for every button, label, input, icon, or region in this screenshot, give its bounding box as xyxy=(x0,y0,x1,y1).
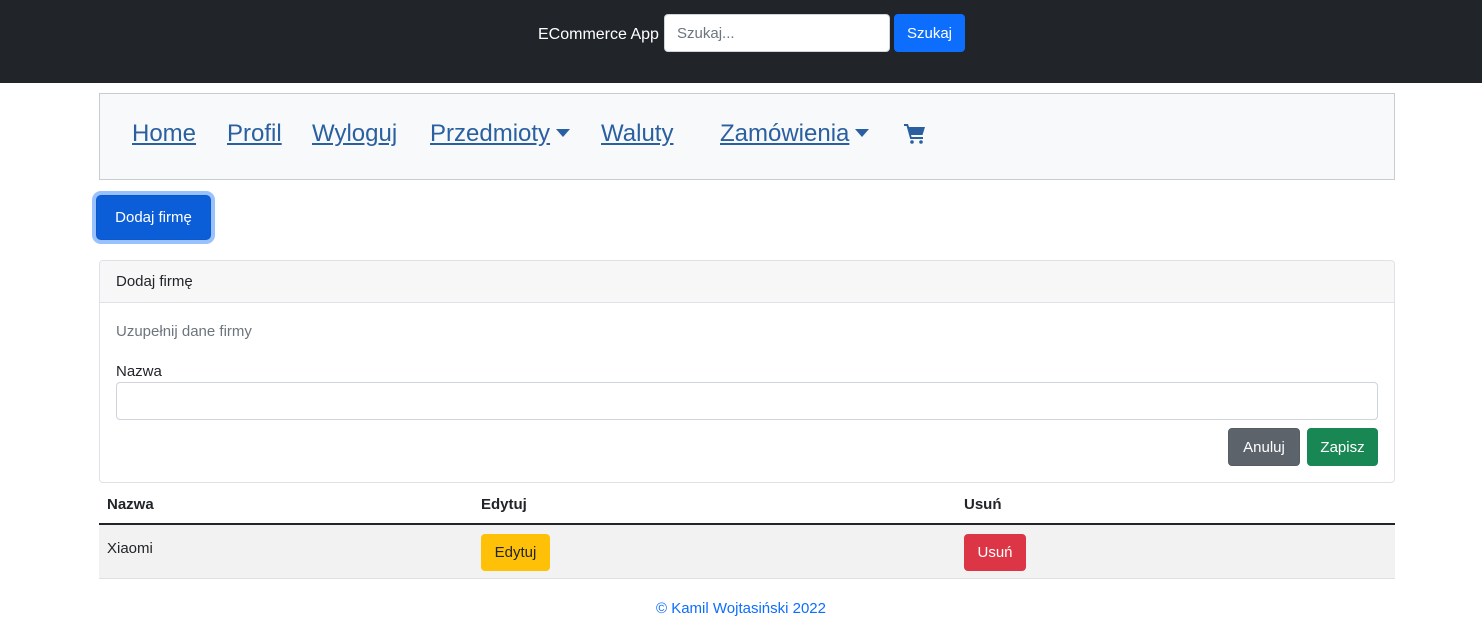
column-header-name: Nazwa xyxy=(107,496,154,513)
cancel-button[interactable]: Anuluj xyxy=(1228,428,1300,466)
column-header-edit: Edytuj xyxy=(481,496,527,513)
nav-items-dropdown[interactable]: Przedmioty xyxy=(430,117,571,151)
add-company-button[interactable]: Dodaj firmę xyxy=(96,195,211,240)
company-name-cell: Xiaomi xyxy=(107,540,153,557)
chevron-down-icon xyxy=(855,128,870,137)
main-navigation: Home Profil Wyloguj Przedmioty Waluty Za… xyxy=(99,93,1395,180)
column-header-delete: Usuń xyxy=(964,496,1002,513)
nav-orders-dropdown[interactable]: Zamówienia xyxy=(720,117,870,151)
name-field-label: Nazwa xyxy=(116,363,162,380)
app-brand: ECommerce App xyxy=(538,26,659,43)
shopping-cart-icon[interactable] xyxy=(903,121,927,145)
company-name-input[interactable] xyxy=(116,382,1378,420)
nav-orders-label: Zamówienia xyxy=(720,120,850,147)
search-button[interactable]: Szukaj xyxy=(894,14,965,52)
table-header: Nazwa Edytuj Usuń xyxy=(99,485,1395,525)
chevron-down-icon xyxy=(556,128,571,137)
search-input[interactable] xyxy=(664,14,890,52)
nav-logout-link[interactable]: Wyloguj xyxy=(312,117,397,151)
edit-button[interactable]: Edytuj xyxy=(481,534,550,571)
nav-profile-link[interactable]: Profil xyxy=(227,117,282,151)
nav-items-label: Przedmioty xyxy=(430,120,551,147)
nav-currencies-link[interactable]: Waluty xyxy=(601,117,673,151)
delete-button[interactable]: Usuń xyxy=(964,534,1026,571)
add-company-form: Dodaj firmę Uzupełnij dane firmy Nazwa A… xyxy=(99,260,1395,483)
form-subtitle: Uzupełnij dane firmy xyxy=(116,323,252,340)
save-button[interactable]: Zapisz xyxy=(1307,428,1378,466)
table-row: Xiaomi Edytuj Usuń xyxy=(99,525,1395,579)
footer-copyright: © Kamil Wojtasiński 2022 xyxy=(655,600,826,617)
companies-table: Nazwa Edytuj Usuń Xiaomi Edytuj Usuń xyxy=(99,485,1395,579)
nav-home-link[interactable]: Home xyxy=(132,117,196,151)
top-bar: ECommerce App Szukaj xyxy=(0,0,1482,83)
form-title: Dodaj firmę xyxy=(100,261,1394,303)
